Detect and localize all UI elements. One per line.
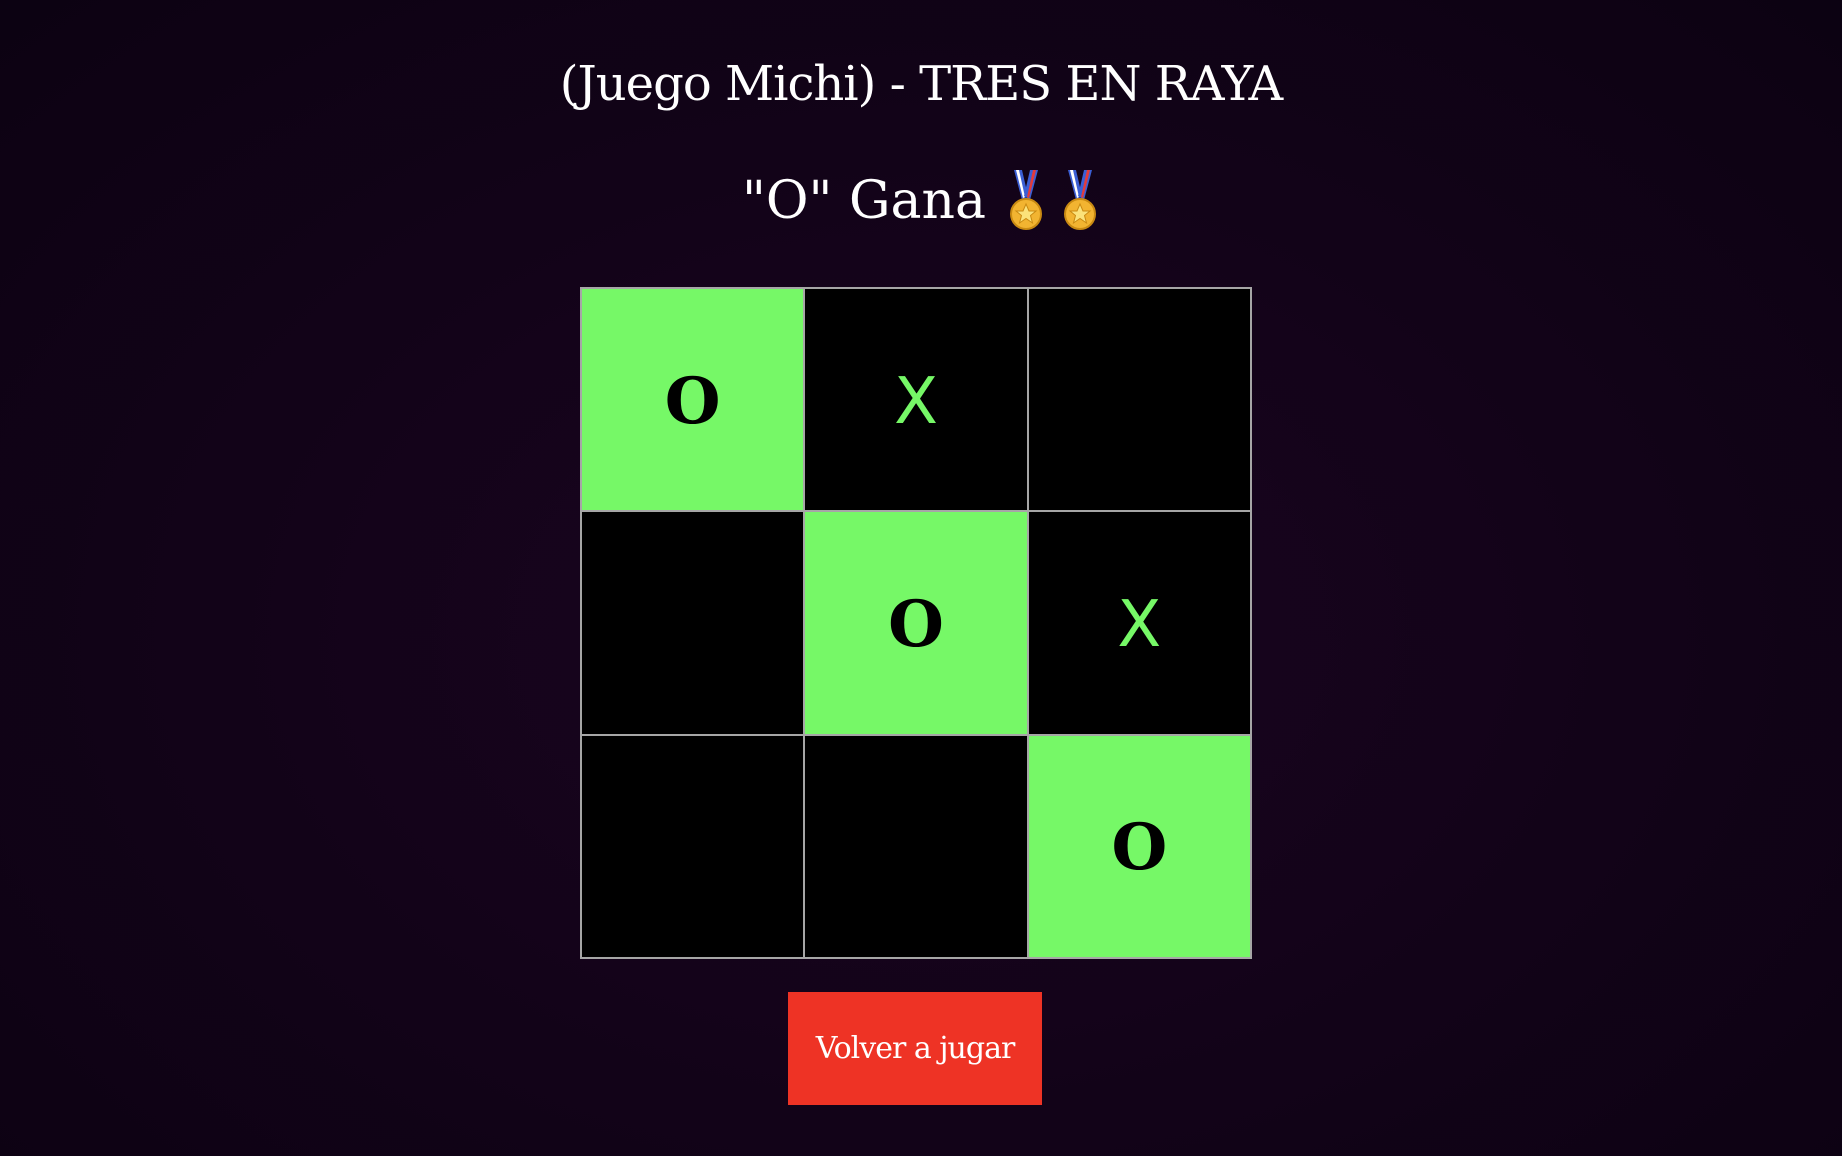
board-cell[interactable] — [1027, 288, 1251, 512]
board-cell[interactable]: X — [804, 288, 1028, 512]
restart-button[interactable]: Volver a jugar — [788, 992, 1042, 1105]
medal-icon — [1064, 170, 1097, 230]
game-page: (Juego Michi) - TRES EN RAYA "O" Gana O X — [0, 0, 1842, 1156]
medals — [1006, 170, 1100, 232]
page-title: (Juego Michi) - TRES EN RAYA — [559, 56, 1283, 112]
board-cell[interactable] — [581, 511, 805, 735]
board-cell[interactable]: O — [1027, 734, 1251, 958]
status-text: "O" Gana — [741, 171, 987, 231]
game-board: O X O X O — [580, 287, 1252, 959]
board-cell[interactable]: O — [581, 288, 805, 512]
board-cell[interactable] — [804, 734, 1028, 958]
game-status: "O" Gana — [0, 166, 1842, 236]
x-mark: X — [1117, 587, 1162, 662]
board-cell[interactable]: O — [804, 511, 1028, 735]
board-cell[interactable] — [581, 734, 805, 958]
x-mark: X — [894, 364, 938, 439]
o-mark: O — [664, 363, 721, 439]
medal-icon — [1010, 170, 1043, 230]
o-mark: O — [888, 586, 944, 662]
o-mark: O — [1111, 810, 1168, 886]
board-cell[interactable]: X — [1027, 511, 1251, 735]
